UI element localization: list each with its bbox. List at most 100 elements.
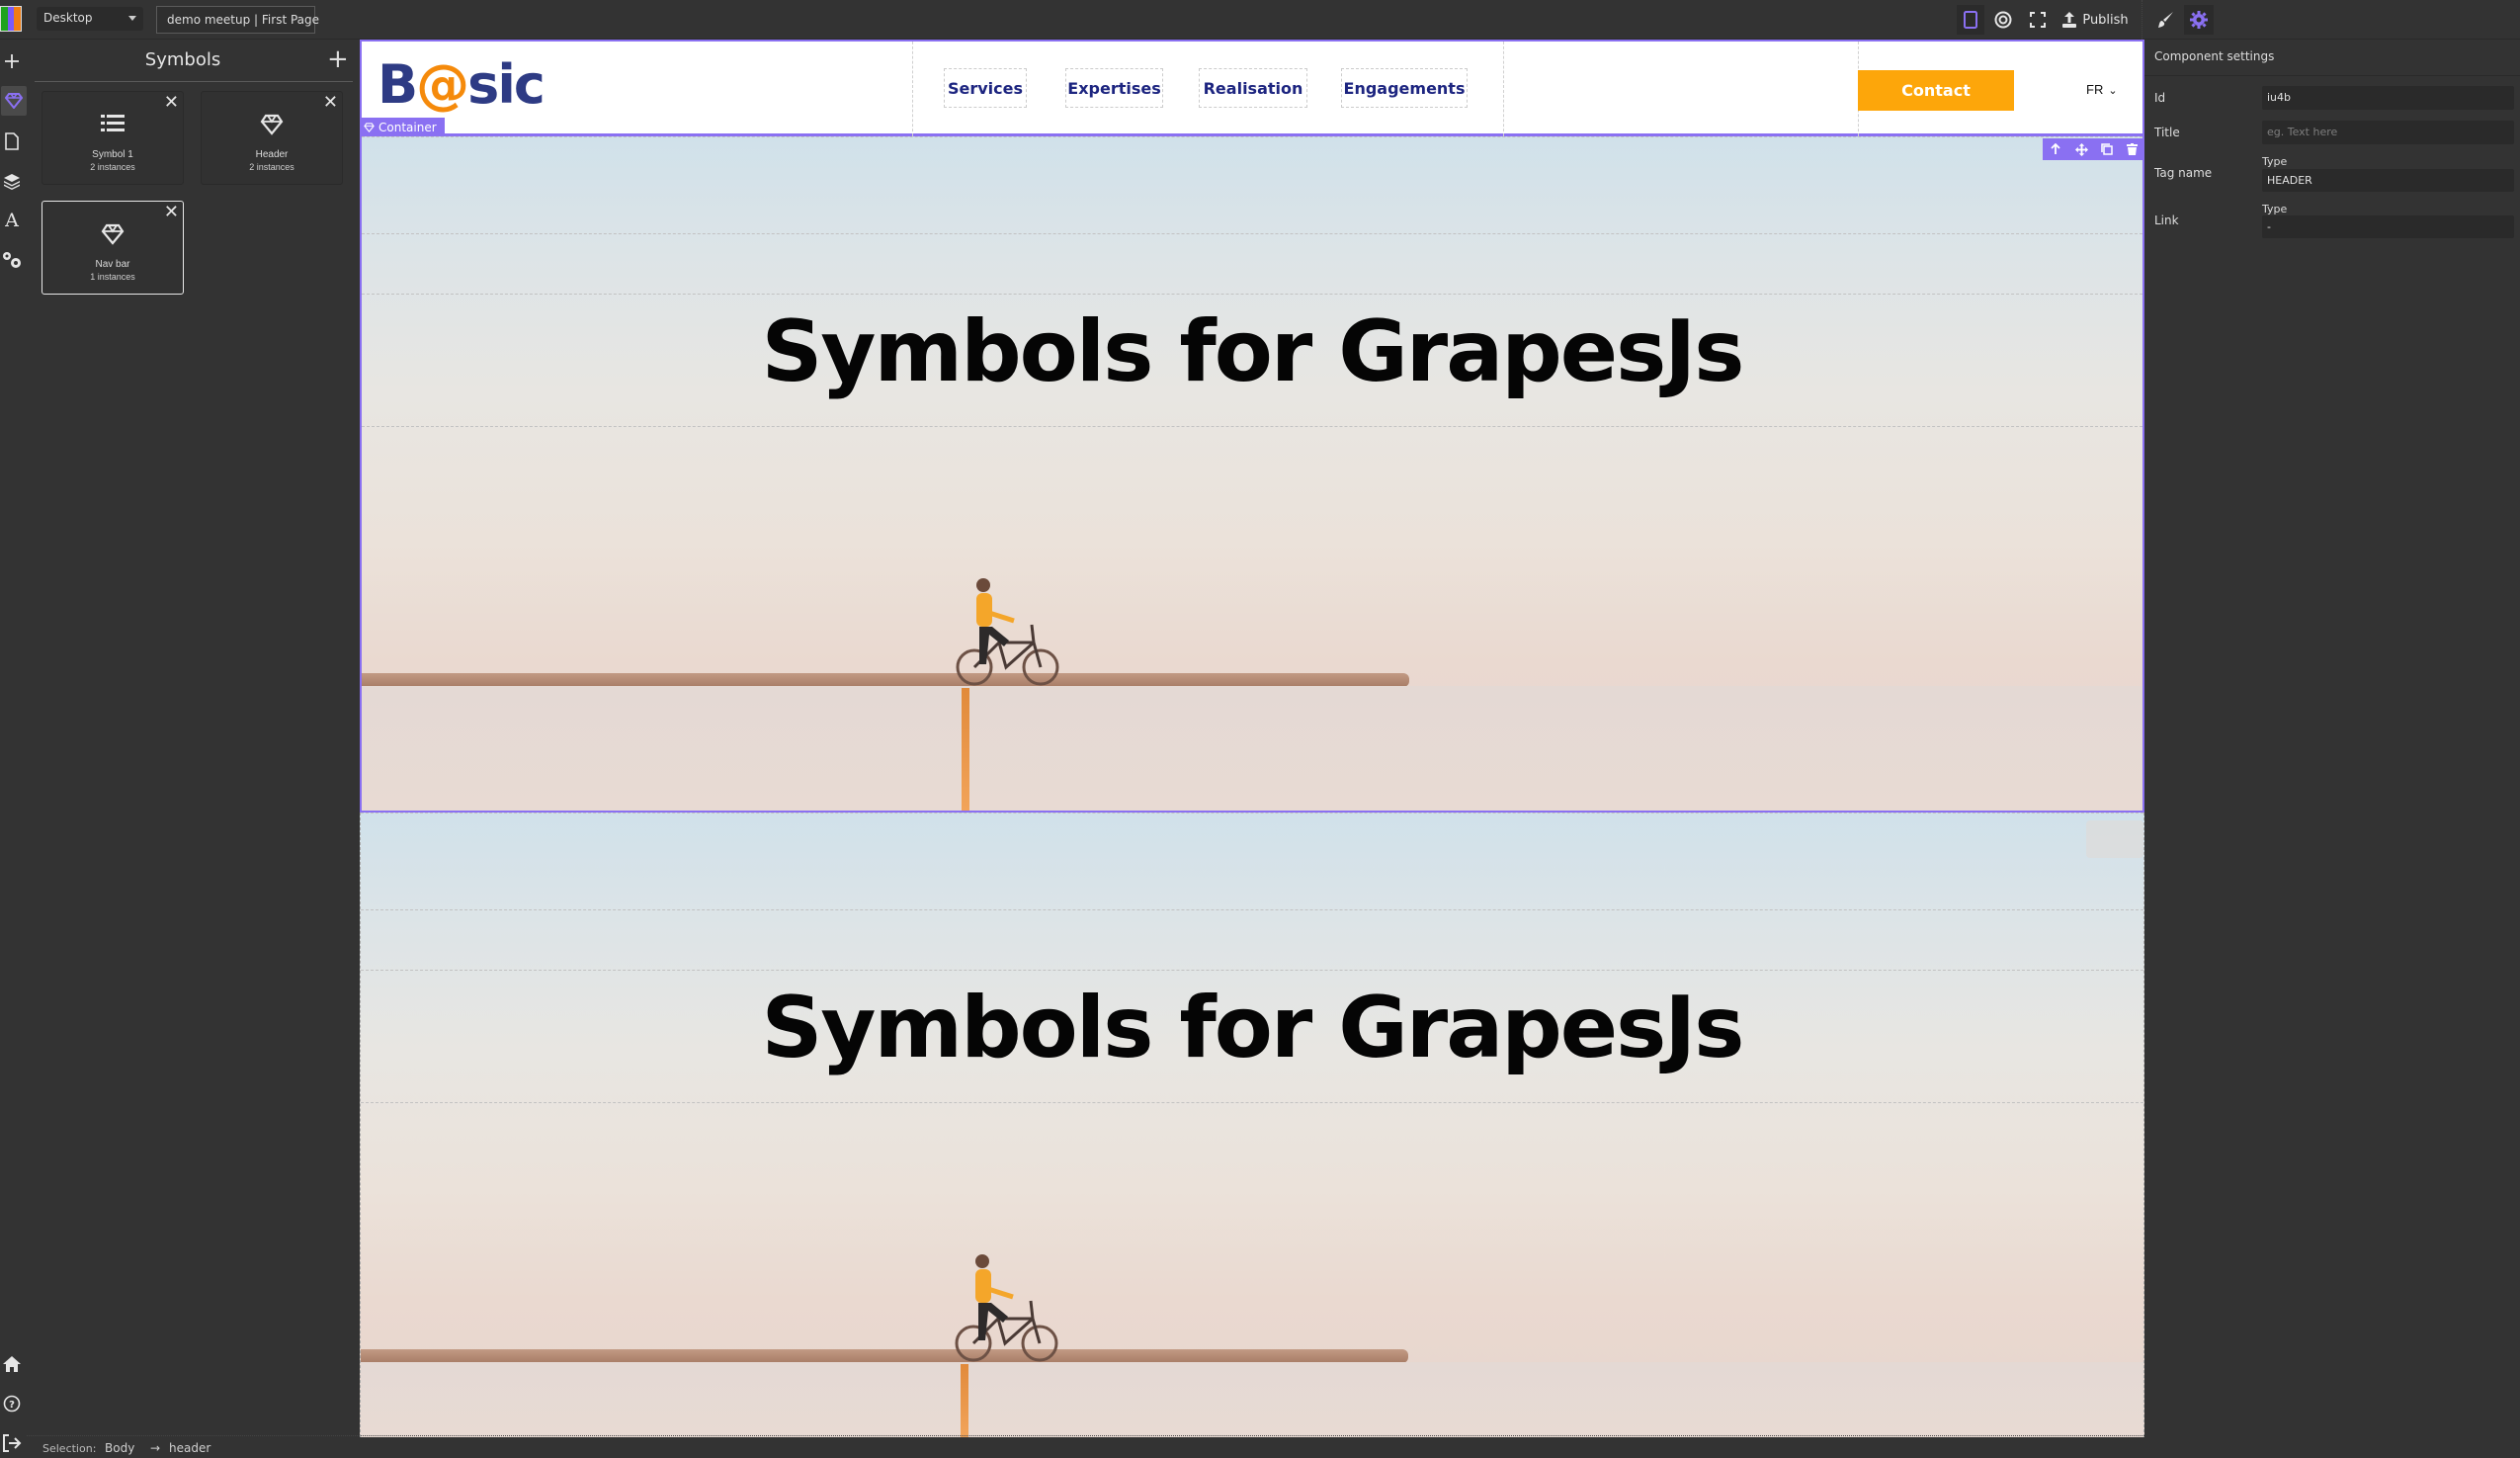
tag-name-label: Tag name <box>2154 166 2213 180</box>
selection-breadcrumb: Selection: Body → header <box>27 1435 2144 1458</box>
shoreline <box>361 1349 1408 1363</box>
list-icon <box>42 114 183 141</box>
select-parent-icon <box>2051 143 2060 154</box>
clone-button[interactable] <box>2101 143 2114 155</box>
tag-name-select[interactable]: HEADER <box>2262 169 2514 192</box>
nav-link-realisation[interactable]: Realisation <box>1199 68 1307 108</box>
add-symbol-button[interactable]: + <box>327 46 349 72</box>
layout-guide <box>361 1102 2143 1103</box>
style-manager-button[interactable] <box>2152 5 2180 35</box>
selected-component-badge: Container <box>360 118 445 136</box>
id-label: Id <box>2154 91 2166 105</box>
symbol-name: Header <box>255 149 289 160</box>
gear-icon <box>2190 11 2208 29</box>
home-button[interactable] <box>0 1349 24 1379</box>
hero-title[interactable]: Symbols for GrapesJs <box>362 302 2142 401</box>
typography-icon: A <box>5 210 19 231</box>
symbol-card-header[interactable]: ✕ Header 2 instances <box>201 91 343 185</box>
language-select[interactable]: FR ⌄ <box>2086 82 2118 97</box>
component-settings-panel: Component settings Id iu4b Title eg. Tex… <box>2144 40 2520 1458</box>
symbol-card-symbol-1[interactable]: ✕ Symbol 1 2 instances <box>42 91 184 185</box>
brand-logo-b: B <box>378 53 418 116</box>
top-toolbar: Desktop demo meetup | First Page Publish <box>0 0 2520 40</box>
link-label: Link <box>2154 214 2179 227</box>
link-select[interactable]: - <box>2262 215 2514 238</box>
diamond-icon <box>202 114 342 141</box>
left-icon-strip: A ? <box>0 40 27 1458</box>
diamond-icon <box>364 123 375 132</box>
help-button[interactable]: ? <box>0 1389 24 1418</box>
close-icon[interactable]: ✕ <box>164 94 179 112</box>
layers-tab[interactable] <box>0 166 24 196</box>
trait-manager-button[interactable] <box>2184 5 2214 35</box>
hero-title[interactable]: Symbols for GrapesJs <box>361 979 2143 1077</box>
selection-label: Selection: <box>42 1442 97 1455</box>
panel-divider <box>2144 75 2520 76</box>
layout-guide <box>362 136 2142 137</box>
close-icon[interactable]: ✕ <box>323 94 338 112</box>
symbol-card-nav-bar[interactable]: ✕ Nav bar 1 instances <box>42 201 184 295</box>
symbol-instance-count: 2 instances <box>90 162 135 172</box>
site-header[interactable]: B@sic Services Expertises Realisation En… <box>360 40 2144 136</box>
id-input[interactable]: iu4b <box>2262 86 2514 110</box>
symbols-panel: Symbols + ✕ Symbol 1 2 instances ✕ Heade… <box>35 40 355 1423</box>
publish-button[interactable]: Publish <box>2060 5 2130 35</box>
brand-logo[interactable]: B@sic <box>378 53 546 116</box>
water-reflection <box>361 1362 2143 1437</box>
cyclist-image <box>955 1254 1058 1362</box>
component-outline-icon <box>1964 11 1977 29</box>
layout-guide <box>1503 42 1504 136</box>
upload-icon <box>2062 12 2077 28</box>
preview-button[interactable] <box>1988 5 2018 35</box>
device-select[interactable]: Desktop <box>37 7 143 31</box>
breadcrumb-body[interactable]: Body <box>105 1441 134 1455</box>
settings-tab[interactable] <box>0 245 24 275</box>
layers-icon <box>4 173 20 190</box>
home-icon <box>3 1356 21 1372</box>
logout-button[interactable] <box>0 1428 24 1458</box>
layout-guide <box>361 909 2143 910</box>
editor-canvas[interactable]: B@sic Services Expertises Realisation En… <box>360 40 2144 1437</box>
nav-link-engagements[interactable]: Engagements <box>1341 68 1468 108</box>
preview-eye-icon <box>1994 11 2012 29</box>
nav-link-expertises[interactable]: Expertises <box>1065 68 1163 108</box>
logout-icon <box>3 1434 22 1452</box>
component-outline-button[interactable] <box>1957 5 1984 35</box>
hero-section[interactable]: Symbols for GrapesJs <box>360 813 2144 1437</box>
typography-tab[interactable]: A <box>0 206 24 235</box>
water-reflection <box>362 686 2142 811</box>
nav-link-services[interactable]: Services <box>944 68 1027 108</box>
symbols-tab[interactable] <box>1 86 27 116</box>
cyclist-reflection <box>962 688 969 811</box>
move-button[interactable] <box>2074 142 2088 156</box>
fullscreen-button[interactable] <box>2024 5 2052 35</box>
delete-icon <box>2127 143 2139 155</box>
layout-guide <box>912 42 913 136</box>
delete-button[interactable] <box>2127 143 2139 155</box>
layout-guide <box>362 233 2142 234</box>
publish-label: Publish <box>2082 12 2129 28</box>
fullscreen-icon <box>2030 12 2046 28</box>
close-icon[interactable]: ✕ <box>164 204 179 221</box>
app-logo <box>0 6 22 32</box>
breadcrumb-header[interactable]: header <box>169 1441 210 1455</box>
select-parent-button[interactable] <box>2050 143 2061 155</box>
selected-component-name: Container <box>378 121 437 134</box>
add-block-button[interactable] <box>0 46 24 76</box>
link-type-label: Type <box>2262 203 2288 215</box>
layout-guide <box>362 426 2142 427</box>
symbols-panel-title: Symbols <box>144 49 221 70</box>
contact-button[interactable]: Contact <box>1858 70 2014 111</box>
move-icon <box>2074 142 2088 156</box>
hero-section[interactable]: Symbols for GrapesJs <box>360 136 2144 813</box>
page-name-field[interactable]: demo meetup | First Page <box>156 6 319 34</box>
title-input[interactable]: eg. Text here <box>2262 121 2514 144</box>
pages-tab[interactable] <box>0 127 24 156</box>
cyclist-reflection <box>961 1364 968 1437</box>
cyclist-image <box>956 578 1059 686</box>
clone-icon <box>2101 143 2114 155</box>
diamond-icon <box>42 223 183 251</box>
symbol-name: Symbol 1 <box>92 149 133 160</box>
placeholder-blob <box>2086 820 2143 858</box>
tag-name-type-label: Type <box>2262 155 2288 168</box>
